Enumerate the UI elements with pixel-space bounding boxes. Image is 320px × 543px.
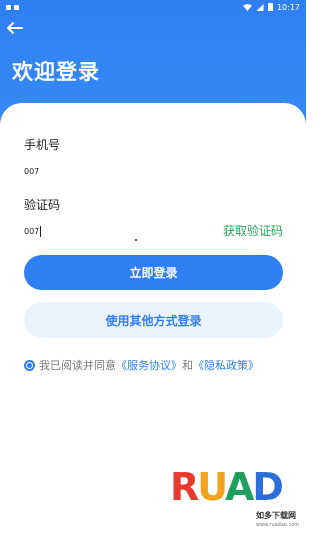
status-bar: 10:17: [0, 0, 306, 14]
status-time: 10:17: [276, 2, 300, 12]
signal-icon: [256, 3, 264, 11]
status-right: 10:17: [243, 3, 300, 12]
battery-icon: [267, 3, 273, 11]
privacy-policy-link[interactable]: 《隐私政策》: [193, 357, 259, 373]
agree-radio[interactable]: [24, 359, 35, 371]
other-login-button[interactable]: 使用其他方式登录: [24, 302, 283, 338]
divider-mark: [135, 239, 137, 241]
notification-icon-2: [14, 4, 19, 10]
login-button[interactable]: 立即登录: [24, 255, 283, 290]
watermark-url: www.ruadao.com: [256, 522, 300, 528]
get-code-button[interactable]: 获取验证码: [223, 222, 283, 239]
text-caret: [40, 226, 42, 237]
wifi-icon: [243, 3, 252, 11]
back-button[interactable]: [5, 19, 25, 37]
phone-label: 手机号: [24, 138, 61, 152]
agreement-and: 和: [182, 359, 193, 372]
watermark: RUAD 如多下载网 www.ruadao.com: [170, 468, 300, 538]
service-agreement-link[interactable]: 《服务协议》: [116, 357, 182, 373]
watermark-logo: RUAD: [170, 465, 284, 509]
status-left: [6, 4, 19, 10]
agreement-prefix: 我已阅读并同意: [39, 359, 116, 372]
phone-input[interactable]: 007: [24, 167, 39, 176]
page-title: 欢迎登录: [12, 60, 100, 84]
notification-icon: [6, 4, 11, 10]
code-label: 验证码: [24, 198, 61, 212]
code-value: 007: [24, 227, 40, 236]
watermark-name: 如多下载网: [256, 511, 296, 520]
code-input[interactable]: 007: [24, 226, 42, 237]
radio-dot: [27, 362, 32, 368]
phone-value: 007: [24, 167, 40, 176]
agreement-row: 我已阅读并同意 《服务协议》 和 《隐私政策》: [24, 357, 259, 373]
arrow-left-icon: [7, 22, 23, 34]
